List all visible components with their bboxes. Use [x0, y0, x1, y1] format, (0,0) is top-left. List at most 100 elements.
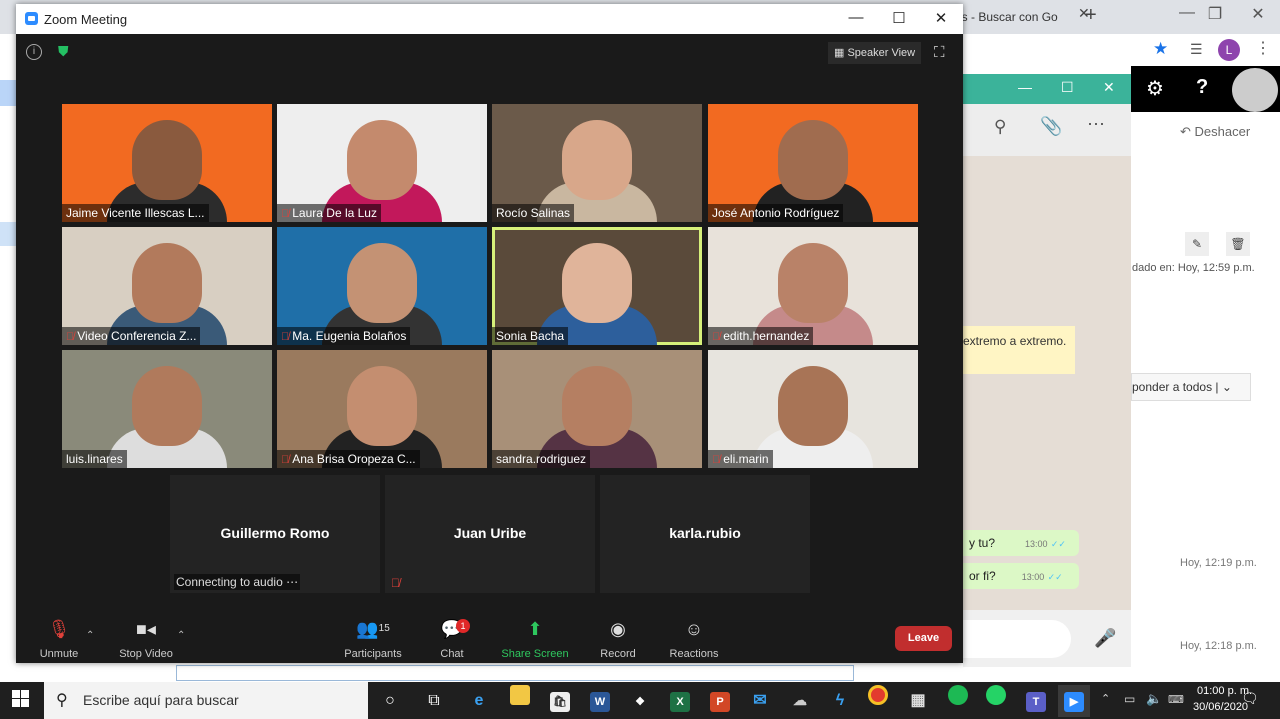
participant-tile[interactable]: Guillermo Romo Connecting to audio ⋯: [170, 475, 380, 593]
task-view-icon[interactable]: ⧉: [418, 685, 450, 717]
playlist-icon[interactable]: ☰: [1190, 41, 1203, 58]
windows-start-icon[interactable]: [12, 690, 30, 708]
network-app-icon[interactable]: ☁: [784, 685, 816, 717]
clock-date[interactable]: 30/06/2020: [1193, 701, 1248, 713]
volume-icon[interactable]: 🔈: [1146, 691, 1162, 707]
mic-muted-icon: 🎙̸: [712, 331, 721, 343]
reply-all-button[interactable]: ponder a todos | ⌄: [1131, 373, 1251, 401]
edge-icon[interactable]: e: [463, 685, 495, 717]
wa-encryption-notice: extremo a extremo.: [963, 326, 1075, 374]
star-icon[interactable]: ★: [1153, 39, 1168, 59]
fullscreen-icon[interactable]: ⛶: [934, 44, 945, 61]
reactions-button[interactable]: ☺ Reactions: [666, 616, 722, 660]
participant-tile[interactable]: Rocío Salinas: [492, 104, 702, 222]
spotify-icon[interactable]: [942, 685, 974, 717]
trash-icon[interactable]: 🗑: [1226, 232, 1250, 256]
shield-icon[interactable]: ⛊: [58, 43, 69, 60]
store-icon[interactable]: 🛍: [544, 685, 576, 717]
mic-icon[interactable]: 🎤: [1094, 628, 1116, 649]
language-icon[interactable]: ⌨: [1168, 693, 1184, 706]
battery-icon[interactable]: ▭: [1124, 692, 1135, 706]
participant-name: 🎙̸ eli.marin: [708, 450, 773, 468]
close-icon[interactable]: ✕: [1238, 4, 1278, 24]
participant-tile[interactable]: Jaime Vicente Illescas L...: [62, 104, 272, 222]
participants-icon: 👥15: [356, 619, 390, 639]
close-icon[interactable]: ✕: [919, 9, 963, 27]
teams-icon[interactable]: T: [1020, 685, 1052, 717]
mail-icon[interactable]: ✉: [744, 685, 776, 717]
participant-tile[interactable]: 🎙̸ Ma. Eugenia Bolaños: [277, 227, 487, 345]
minimize-icon[interactable]: —: [834, 9, 878, 26]
participant-face: [132, 243, 202, 323]
page-text-field[interactable]: [176, 665, 854, 681]
search-icon: ⚲: [56, 692, 68, 709]
reply-all-label: ponder a todos: [1132, 380, 1213, 394]
participant-tile[interactable]: sandra.rodriguez: [492, 350, 702, 468]
tray-chevron-icon[interactable]: ⌃: [1101, 692, 1110, 705]
wa-close-icon[interactable]: ✕: [1103, 79, 1115, 96]
dropbox-icon[interactable]: ❖: [624, 685, 656, 717]
participant-tile[interactable]: Sonia Bacha: [492, 227, 702, 345]
record-button[interactable]: ◉ Record: [598, 616, 638, 660]
speaker-view-label: Speaker View: [847, 47, 916, 59]
help-icon[interactable]: ?: [1196, 76, 1208, 99]
share-screen-button[interactable]: ⬆ Share Screen: [500, 616, 570, 660]
profile-avatar[interactable]: L: [1218, 39, 1240, 61]
calculator-icon[interactable]: ▦: [902, 685, 934, 717]
wa-message-time: 13:00: [1025, 539, 1048, 549]
gear-icon[interactable]: ⚙: [1146, 76, 1164, 101]
maximize-icon[interactable]: ☐: [877, 9, 921, 27]
read-check-icon: ✓✓: [1050, 539, 1066, 549]
leave-button[interactable]: Leave: [895, 626, 952, 651]
whatsapp-icon[interactable]: [980, 685, 1012, 717]
video-options-chevron-icon[interactable]: ⌃: [177, 630, 185, 641]
participant-name-text: eli.marin: [723, 452, 769, 466]
unmute-button[interactable]: 🎙 Unmute: [34, 616, 84, 660]
search-icon[interactable]: ⚲: [994, 117, 1006, 137]
file-explorer-icon[interactable]: [504, 685, 536, 717]
undo-button[interactable]: ↶ Deshacer: [1180, 124, 1250, 140]
attach-icon[interactable]: 📎: [1040, 116, 1062, 137]
power-automate-icon[interactable]: ϟ: [824, 685, 856, 717]
word-icon[interactable]: W: [584, 685, 616, 717]
participant-tile[interactable]: Juan Uribe 🎙̸: [385, 475, 595, 593]
new-tab-icon[interactable]: +: [1085, 4, 1097, 27]
participant-tile[interactable]: 🎙̸ eli.marin: [708, 350, 918, 468]
notifications-icon[interactable]: 🗨: [1241, 690, 1259, 707]
chrome-icon[interactable]: [862, 685, 894, 717]
chrome-tab-search[interactable]: as - Buscar con Go: [955, 3, 1075, 31]
participant-name: José Antonio Rodríguez: [708, 204, 844, 222]
info-icon[interactable]: i: [26, 44, 42, 60]
user-photo[interactable]: [1232, 68, 1278, 112]
wa-minimize-icon[interactable]: —: [1018, 79, 1032, 95]
clock-time[interactable]: 01:00 p. m.: [1197, 685, 1252, 697]
zoom-taskbar-icon[interactable]: ▶: [1058, 685, 1090, 717]
participants-button[interactable]: 👥15 Participants: [340, 616, 406, 660]
wa-message-input[interactable]: [963, 620, 1071, 658]
message-time: Hoy, 12:19 p.m.: [1180, 557, 1257, 569]
undo-label: Deshacer: [1194, 124, 1251, 139]
more-horiz-icon[interactable]: ⋯: [1087, 114, 1105, 135]
reactions-icon: ☺: [684, 619, 704, 639]
wa-maximize-icon[interactable]: ☐: [1061, 79, 1074, 96]
participant-tile[interactable]: luis.linares: [62, 350, 272, 468]
participant-tile[interactable]: 🎙̸ Laura De la Luz: [277, 104, 487, 222]
restore-icon[interactable]: ❐: [1195, 4, 1235, 24]
mic-muted-icon: 🎙̸: [66, 331, 75, 343]
cortana-icon[interactable]: ○: [374, 685, 406, 717]
participant-tile[interactable]: 🎙̸ Ana Brisa Oropeza C...: [277, 350, 487, 468]
powerpoint-icon[interactable]: P: [704, 685, 736, 717]
stop-video-button[interactable]: ■◂ Stop Video: [114, 616, 178, 660]
participant-name: 🎙̸ Ana Brisa Oropeza C...: [277, 450, 420, 468]
participant-tile[interactable]: José Antonio Rodríguez: [708, 104, 918, 222]
video-camera-icon: ■◂: [136, 619, 156, 639]
participant-tile[interactable]: 🎙̸ Video Conferencia Z...: [62, 227, 272, 345]
excel-icon[interactable]: X: [664, 685, 696, 717]
edit-icon[interactable]: ✎: [1185, 232, 1209, 256]
wa-system-text: extremo a extremo.: [963, 334, 1067, 348]
participant-tile[interactable]: 🎙̸ edith.hernandez: [708, 227, 918, 345]
speaker-view-button[interactable]: ▦ Speaker View: [828, 42, 922, 64]
audio-options-chevron-icon[interactable]: ⌃: [86, 630, 94, 641]
more-vert-icon[interactable]: ⋮: [1255, 38, 1271, 58]
participant-tile[interactable]: karla.rubio: [600, 475, 810, 593]
